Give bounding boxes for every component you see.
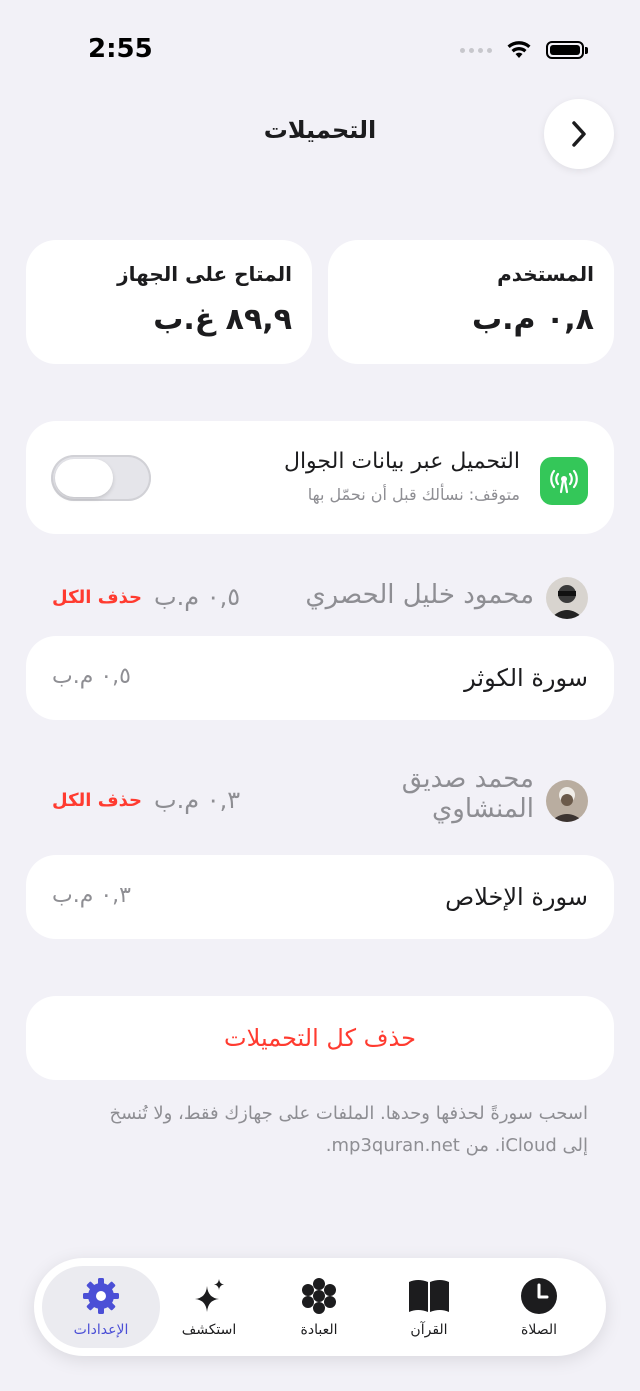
tab-label: الصلاة — [521, 1322, 557, 1338]
footer-note: اسحب سورةً لحذفها وحدها. الملفات على جها… — [48, 1098, 589, 1162]
user-storage-card: المستخدم ٠,٨ م.ب — [328, 240, 614, 364]
battery-icon — [546, 41, 588, 59]
tab-label: استكشف — [181, 1322, 237, 1338]
flower-icon — [302, 1278, 336, 1314]
signal-icon — [460, 47, 492, 53]
reciter-size-husary: ٠,٥ م.ب — [154, 583, 241, 611]
surah-size: ٠,٣ م.ب — [52, 883, 131, 908]
cellular-subtitle: متوقف: نسألك قبل أن نحمّل بها — [307, 485, 520, 504]
cellular-download-cell: التحميل عبر بيانات الجوال متوقف: نسألك ق… — [26, 421, 614, 534]
tab-worship[interactable]: العبادة — [262, 1258, 376, 1356]
surah-title: سورة الكوثر — [464, 664, 588, 692]
reciter-name-line1: محمد صديق — [401, 764, 534, 794]
user-storage-label: المستخدم — [497, 262, 594, 286]
reciter-size-minshawi: ٠,٣ م.ب — [154, 786, 241, 814]
delete-all-minshawi-button[interactable]: حذف الكل — [52, 790, 142, 811]
download-row-ikhlas[interactable]: سورة الإخلاص ٠,٣ م.ب — [26, 855, 614, 939]
tab-label: القرآن — [410, 1322, 448, 1338]
gear-icon — [83, 1278, 119, 1314]
surah-size: ٠,٥ م.ب — [52, 664, 131, 689]
cellular-toggle[interactable] — [51, 455, 151, 501]
tab-prayer[interactable]: الصلاة — [482, 1258, 596, 1356]
cellular-title: التحميل عبر بيانات الجوال — [283, 449, 520, 474]
device-storage-label: المتاح على الجهاز — [117, 262, 292, 286]
reciter-avatar-husary — [546, 577, 588, 619]
reciter-name-husary: محمود خليل الحصري — [305, 580, 534, 610]
reciter-name-line2: المنشاوي — [431, 794, 534, 824]
tab-quran[interactable]: القرآن — [372, 1258, 486, 1356]
tab-explore[interactable]: استكشف — [152, 1258, 266, 1356]
tab-bar: الإعدادات استكشف العبادة القرآن الصلاة — [34, 1258, 606, 1356]
footer-line2: إلى iCloud. من mp3quran.net. — [325, 1135, 588, 1156]
footer-line1: اسحب سورةً لحذفها وحدها. الملفات على جها… — [109, 1103, 589, 1124]
clock-icon — [521, 1278, 557, 1314]
delete-all-downloads-button[interactable]: حذف كل التحميلات — [26, 996, 614, 1080]
chevron-right-icon — [572, 121, 586, 147]
reciter-name-minshawi: محمد صديق المنشاوي — [402, 764, 534, 824]
status-time: 2:55 — [88, 34, 153, 64]
reciter-avatar-minshawi — [546, 780, 588, 822]
tab-label: العبادة — [300, 1322, 338, 1338]
delete-all-husary-button[interactable]: حذف الكل — [52, 587, 142, 608]
wifi-icon — [507, 41, 531, 58]
antenna-icon — [540, 457, 588, 505]
tab-label: الإعدادات — [73, 1322, 129, 1338]
surah-title: سورة الإخلاص — [445, 883, 588, 911]
sparkles-icon — [195, 1279, 224, 1312]
delete-all-downloads-label: حذف كل التحميلات — [224, 1024, 416, 1052]
status-icons — [460, 40, 588, 60]
device-storage-value: ٨٩,٩ غ.ب — [153, 302, 292, 337]
back-button[interactable] — [544, 99, 614, 169]
device-storage-card: المتاح على الجهاز ٨٩,٩ غ.ب — [26, 240, 312, 364]
book-icon — [409, 1280, 449, 1312]
download-row-kawthar[interactable]: سورة الكوثر ٠,٥ م.ب — [26, 636, 614, 720]
user-storage-value: ٠,٨ م.ب — [471, 302, 594, 337]
tab-settings[interactable]: الإعدادات — [42, 1266, 160, 1348]
